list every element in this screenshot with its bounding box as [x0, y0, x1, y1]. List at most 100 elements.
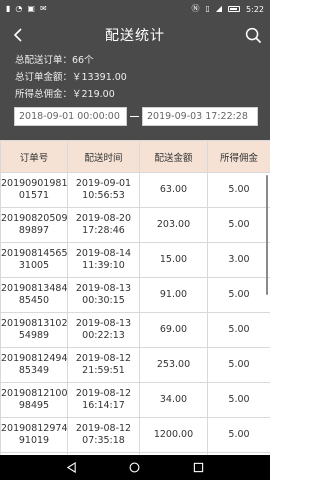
end-date-field[interactable]: 2019-09-03 17:22:28: [142, 106, 258, 126]
search-icon: [245, 27, 261, 43]
table-row[interactable]: 20190812100 98495 2019-08-12 16:14:17 34.00 5…: [0, 382, 270, 418]
order-id-cell-order_b: 89897: [18, 225, 50, 236]
order-id-cell-order_a: 20190812494: [1, 353, 68, 364]
order-id-cell-order_a: 20190813484: [1, 283, 68, 294]
summary-block: 总配送订单： 66个 总订单金额： ￥13391.00 所得总佣金： ￥219.…: [0, 52, 270, 103]
order-id-cell-order_b: 91019: [18, 435, 50, 446]
table-body: 20190901981 01571 2019-09-01 10:56:53 63.00 5…: [0, 172, 270, 455]
order-id-cell: 20190812974 91019: [0, 417, 68, 453]
commission-cell-commission: 5.00: [228, 324, 250, 335]
delivery-time-cell: 2019-08-14 11:39:10: [67, 242, 140, 278]
summary-commission-label: 所得总佣金：: [15, 89, 73, 100]
order-id-cell: 20190813102 54989: [0, 312, 68, 348]
orders-table: 订单号 配送时间 配送金额 所得佣金 20190901981 01571 2019-…: [0, 140, 270, 455]
delivery-amount-cell-amount: 203.00: [156, 219, 191, 230]
recents-square-icon[interactable]: [193, 462, 204, 473]
column-header-delivery-time: 配送时间: [67, 140, 140, 173]
delivery-amount-cell: 203.00: [139, 207, 208, 243]
nav-bar-top: 配送统计: [0, 18, 270, 52]
order-id-cell-order_a: 20190813102: [1, 318, 68, 329]
commission-cell: 3.00: [207, 242, 270, 278]
commission-cell: 5.00: [207, 382, 270, 418]
delivery-time-cell: 2019-08-12 07:35:18: [67, 417, 140, 453]
delivery-amount-cell-amount: 69.00: [159, 324, 188, 335]
back-button[interactable]: [8, 24, 28, 46]
status-time: 5:22: [246, 4, 264, 14]
order-id-cell-order_a: 20190901981: [1, 178, 68, 189]
delivery-amount-cell-amount: 34.00: [159, 394, 188, 405]
nfc-icon: Ⓝ: [191, 4, 200, 13]
header: 配送统计 总配送订单： 66个 总订单金额： ￥13391.00 所得总佣金： …: [0, 18, 270, 146]
table-row[interactable]: 20190813484 85450 2019-08-13 00:30:15 91.00 5…: [0, 277, 270, 313]
delivery-amount-cell: 34.00: [139, 382, 208, 418]
delivery-time-cell-time: 17:28:46: [82, 225, 125, 236]
commission-cell-commission: 5.00: [228, 359, 250, 370]
commission-cell: 5.00: [207, 417, 270, 453]
delivery-time-cell-date: 2019-08-13: [75, 283, 132, 294]
delivery-amount-cell-amount: 15.00: [159, 254, 188, 265]
order-id-cell: 20190813484 85450: [0, 277, 68, 313]
summary-orders-label: 总配送订单：: [15, 55, 73, 66]
status-bar: ▮ ◔ ▣ ✉ Ⓝ ▯ ◢ 5:22: [0, 0, 270, 18]
date-range-separator: [127, 115, 142, 117]
table-row[interactable]: 20190814565 31005 2019-08-14 11:39:10 15.00 3…: [0, 242, 270, 278]
start-date-field[interactable]: 2018-09-01 00:00:00: [14, 106, 127, 126]
column-header-delivery-amount: 配送金额: [139, 140, 208, 173]
commission-cell-commission: 3.00: [228, 254, 250, 265]
summary-orders-value: 66个: [72, 55, 94, 66]
delivery-amount-cell: 253.00: [139, 347, 208, 383]
summary-commission: 所得总佣金： ￥219.00: [15, 86, 270, 103]
order-id-cell: 20190814565 31005: [0, 242, 68, 278]
summary-amount: 总订单金额： ￥13391.00: [15, 69, 270, 86]
summary-amount-label: 总订单金额：: [15, 72, 73, 83]
commission-cell-commission: 5.00: [228, 184, 250, 195]
date-range: 2018-09-01 00:00:00 2019-09-03 17:22:28: [14, 106, 258, 126]
order-id-cell-order_b: 54989: [18, 330, 50, 341]
scrollbar-thumb[interactable]: [266, 175, 268, 295]
orders-table-container[interactable]: 订单号 配送时间 配送金额 所得佣金 20190901981 01571 2019-…: [0, 140, 270, 455]
order-id-cell: 20190901981 01571: [0, 172, 68, 208]
delivery-amount-cell-amount: 253.00: [156, 359, 191, 370]
summary-commission-value: ￥219.00: [72, 89, 115, 100]
delivery-time-cell-time: 21:59:51: [82, 365, 125, 376]
delivery-time-cell-date: 2019-08-12: [75, 388, 132, 399]
summary-amount-value: ￥13391.00: [72, 72, 127, 83]
commission-cell-commission: 5.00: [228, 219, 250, 230]
table-row[interactable]: 20190813102 54989 2019-08-13 00:22:13 69.00 5…: [0, 312, 270, 348]
order-id-cell-order_a: 20190812100: [1, 388, 68, 399]
delivery-time-cell: 2019-08-13 00:22:13: [67, 312, 140, 348]
delivery-time-cell: 2019-08-12 16:14:17: [67, 382, 140, 418]
delivery-time-cell-time: 00:22:13: [82, 330, 125, 341]
table-row[interactable]: 20190901981 01571 2019-09-01 10:56:53 63.00 5…: [0, 172, 270, 208]
table-row[interactable]: 20190812974 91019 2019-08-12 07:35:18 1200.0…: [0, 417, 270, 453]
table-row[interactable]: 20190820509 89897 2019-08-20 17:28:46 203.00…: [0, 207, 270, 243]
home-circle-icon[interactable]: [129, 462, 140, 473]
table-row[interactable]: 20190812494 85349 2019-08-12 21:59:51 253.00…: [0, 347, 270, 383]
order-id-cell-order_a: 20190820509: [1, 213, 68, 224]
table-header-row: 订单号 配送时间 配送金额 所得佣金: [0, 140, 270, 173]
delivery-amount-cell: 15.00: [139, 242, 208, 278]
order-id-cell-order_b: 31005: [18, 260, 50, 271]
commission-cell: 5.00: [207, 347, 270, 383]
order-id-cell-order_b: 01571: [18, 190, 50, 201]
wifi-icon: ◔: [15, 4, 23, 13]
delivery-time-cell-date: 2019-08-13: [75, 318, 132, 329]
status-left-icons: ▮ ◔ ▣ ✉: [6, 5, 47, 13]
delivery-amount-cell-amount: 1200.00: [153, 429, 194, 440]
summary-orders: 总配送订单： 66个: [15, 52, 270, 69]
order-id-cell-order_b: 85349: [18, 365, 50, 376]
back-triangle-icon[interactable]: [66, 462, 77, 473]
delivery-time-cell-date: 2019-08-14: [75, 248, 132, 259]
signal-icon: ◢: [215, 4, 223, 13]
order-id-cell-order_b: 98495: [18, 400, 50, 411]
search-button[interactable]: [242, 24, 264, 46]
status-right-icons: Ⓝ ▯ ◢ 5:22: [191, 5, 264, 14]
delivery-amount-cell: 69.00: [139, 312, 208, 348]
commission-cell: 5.00: [207, 277, 270, 313]
delivery-amount-cell: 91.00: [139, 277, 208, 313]
sim-icon: ▮: [6, 4, 11, 13]
order-id-cell: 20190820509 89897: [0, 207, 68, 243]
image-icon: ▣: [27, 4, 35, 13]
column-header-commission: 所得佣金: [207, 140, 270, 173]
commission-cell-commission: 5.00: [228, 289, 250, 300]
